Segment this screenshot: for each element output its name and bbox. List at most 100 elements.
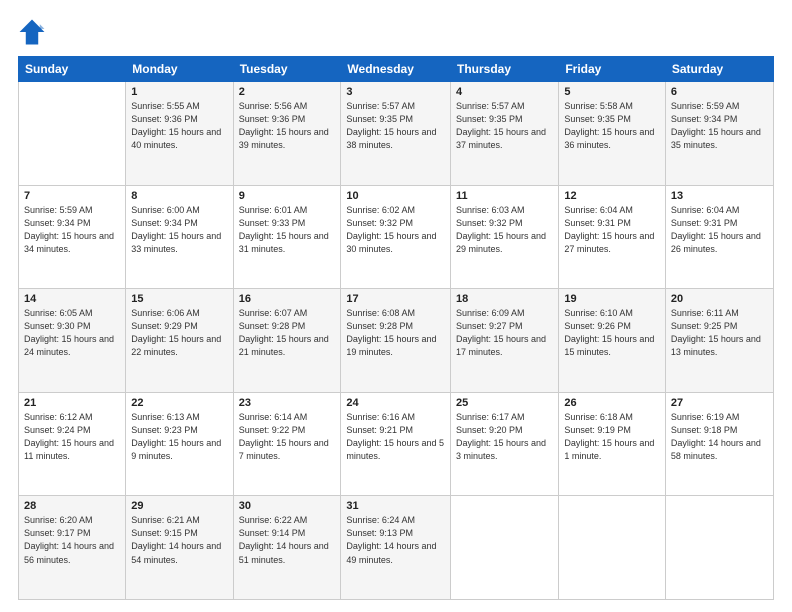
calendar-cell: 14 Sunrise: 6:05 AM Sunset: 9:30 PM Dayli… bbox=[19, 289, 126, 393]
calendar-cell bbox=[665, 496, 773, 600]
day-number: 17 bbox=[346, 293, 445, 305]
day-number: 26 bbox=[564, 397, 660, 409]
cell-content: Sunrise: 6:04 AM Sunset: 9:31 PM Dayligh… bbox=[564, 204, 660, 256]
cell-content: Sunrise: 6:18 AM Sunset: 9:19 PM Dayligh… bbox=[564, 411, 660, 463]
day-number: 19 bbox=[564, 293, 660, 305]
cell-content: Sunrise: 6:10 AM Sunset: 9:26 PM Dayligh… bbox=[564, 307, 660, 359]
header-cell-friday: Friday bbox=[559, 57, 666, 82]
day-number: 31 bbox=[346, 500, 445, 512]
day-number: 23 bbox=[239, 397, 336, 409]
day-number: 22 bbox=[131, 397, 227, 409]
cell-content: Sunrise: 5:56 AM Sunset: 9:36 PM Dayligh… bbox=[239, 100, 336, 152]
calendar-cell: 2 Sunrise: 5:56 AM Sunset: 9:36 PM Daylig… bbox=[233, 82, 341, 186]
calendar-cell bbox=[19, 82, 126, 186]
calendar-cell: 22 Sunrise: 6:13 AM Sunset: 9:23 PM Dayli… bbox=[126, 392, 233, 496]
cell-content: Sunrise: 6:22 AM Sunset: 9:14 PM Dayligh… bbox=[239, 514, 336, 566]
cell-content: Sunrise: 6:05 AM Sunset: 9:30 PM Dayligh… bbox=[24, 307, 120, 359]
cell-content: Sunrise: 6:24 AM Sunset: 9:13 PM Dayligh… bbox=[346, 514, 445, 566]
cell-content: Sunrise: 6:13 AM Sunset: 9:23 PM Dayligh… bbox=[131, 411, 227, 463]
day-number: 1 bbox=[131, 86, 227, 98]
header-cell-thursday: Thursday bbox=[451, 57, 559, 82]
day-number: 4 bbox=[456, 86, 553, 98]
day-number: 12 bbox=[564, 190, 660, 202]
day-number: 21 bbox=[24, 397, 120, 409]
calendar-cell: 31 Sunrise: 6:24 AM Sunset: 9:13 PM Dayli… bbox=[341, 496, 451, 600]
cell-content: Sunrise: 6:04 AM Sunset: 9:31 PM Dayligh… bbox=[671, 204, 768, 256]
calendar-cell: 27 Sunrise: 6:19 AM Sunset: 9:18 PM Dayli… bbox=[665, 392, 773, 496]
cell-content: Sunrise: 6:09 AM Sunset: 9:27 PM Dayligh… bbox=[456, 307, 553, 359]
calendar-cell: 5 Sunrise: 5:58 AM Sunset: 9:35 PM Daylig… bbox=[559, 82, 666, 186]
calendar-header: SundayMondayTuesdayWednesdayThursdayFrid… bbox=[19, 57, 774, 82]
calendar-cell: 7 Sunrise: 5:59 AM Sunset: 9:34 PM Daylig… bbox=[19, 185, 126, 289]
day-number: 5 bbox=[564, 86, 660, 98]
calendar-cell: 29Sunrise: 6:21 AM Sunset: 9:15 PM Dayli… bbox=[126, 496, 233, 600]
calendar-cell: 23 Sunrise: 6:14 AM Sunset: 9:22 PM Dayli… bbox=[233, 392, 341, 496]
cell-content: Sunrise: 5:58 AM Sunset: 9:35 PM Dayligh… bbox=[564, 100, 660, 152]
calendar-cell: 28Sunrise: 6:20 AM Sunset: 9:17 PM Dayli… bbox=[19, 496, 126, 600]
cell-content: Sunrise: 6:17 AM Sunset: 9:20 PM Dayligh… bbox=[456, 411, 553, 463]
calendar-table: SundayMondayTuesdayWednesdayThursdayFrid… bbox=[18, 56, 774, 600]
calendar-cell: 20Sunrise: 6:11 AM Sunset: 9:25 PM Dayli… bbox=[665, 289, 773, 393]
calendar-cell: 11Sunrise: 6:03 AM Sunset: 9:32 PM Dayli… bbox=[451, 185, 559, 289]
day-number: 28 bbox=[24, 500, 120, 512]
day-number: 30 bbox=[239, 500, 336, 512]
calendar-cell: 25Sunrise: 6:17 AM Sunset: 9:20 PM Dayli… bbox=[451, 392, 559, 496]
calendar-cell: 17 Sunrise: 6:08 AM Sunset: 9:28 PM Dayli… bbox=[341, 289, 451, 393]
cell-content: Sunrise: 6:21 AM Sunset: 9:15 PM Dayligh… bbox=[131, 514, 227, 566]
cell-content: Sunrise: 6:02 AM Sunset: 9:32 PM Dayligh… bbox=[346, 204, 445, 256]
day-number: 2 bbox=[239, 86, 336, 98]
day-number: 14 bbox=[24, 293, 120, 305]
logo-icon bbox=[18, 18, 46, 46]
cell-content: Sunrise: 5:59 AM Sunset: 9:34 PM Dayligh… bbox=[671, 100, 768, 152]
cell-content: Sunrise: 6:19 AM Sunset: 9:18 PM Dayligh… bbox=[671, 411, 768, 463]
week-row-2: 7 Sunrise: 5:59 AM Sunset: 9:34 PM Daylig… bbox=[19, 185, 774, 289]
cell-content: Sunrise: 5:59 AM Sunset: 9:34 PM Dayligh… bbox=[24, 204, 120, 256]
cell-content: Sunrise: 6:03 AM Sunset: 9:32 PM Dayligh… bbox=[456, 204, 553, 256]
calendar-cell: 6Sunrise: 5:59 AM Sunset: 9:34 PM Daylig… bbox=[665, 82, 773, 186]
header bbox=[18, 18, 774, 46]
cell-content: Sunrise: 6:06 AM Sunset: 9:29 PM Dayligh… bbox=[131, 307, 227, 359]
calendar-cell: 26 Sunrise: 6:18 AM Sunset: 9:19 PM Dayli… bbox=[559, 392, 666, 496]
calendar-cell: 8 Sunrise: 6:00 AM Sunset: 9:34 PM Daylig… bbox=[126, 185, 233, 289]
day-number: 3 bbox=[346, 86, 445, 98]
day-number: 13 bbox=[671, 190, 768, 202]
calendar-cell: 13 Sunrise: 6:04 AM Sunset: 9:31 PM Dayli… bbox=[665, 185, 773, 289]
day-number: 16 bbox=[239, 293, 336, 305]
calendar-cell: 1 Sunrise: 5:55 AM Sunset: 9:36 PM Daylig… bbox=[126, 82, 233, 186]
week-row-4: 21 Sunrise: 6:12 AM Sunset: 9:24 PM Dayli… bbox=[19, 392, 774, 496]
cell-content: Sunrise: 6:08 AM Sunset: 9:28 PM Dayligh… bbox=[346, 307, 445, 359]
cell-content: Sunrise: 5:57 AM Sunset: 9:35 PM Dayligh… bbox=[346, 100, 445, 152]
cell-content: Sunrise: 6:00 AM Sunset: 9:34 PM Dayligh… bbox=[131, 204, 227, 256]
calendar-cell: 9Sunrise: 6:01 AM Sunset: 9:33 PM Daylig… bbox=[233, 185, 341, 289]
header-cell-sunday: Sunday bbox=[19, 57, 126, 82]
day-number: 8 bbox=[131, 190, 227, 202]
header-row: SundayMondayTuesdayWednesdayThursdayFrid… bbox=[19, 57, 774, 82]
cell-content: Sunrise: 5:57 AM Sunset: 9:35 PM Dayligh… bbox=[456, 100, 553, 152]
calendar-cell: 10 Sunrise: 6:02 AM Sunset: 9:32 PM Dayli… bbox=[341, 185, 451, 289]
cell-content: Sunrise: 6:14 AM Sunset: 9:22 PM Dayligh… bbox=[239, 411, 336, 463]
cell-content: Sunrise: 6:16 AM Sunset: 9:21 PM Dayligh… bbox=[346, 411, 445, 463]
day-number: 24 bbox=[346, 397, 445, 409]
calendar-cell: 30 Sunrise: 6:22 AM Sunset: 9:14 PM Dayli… bbox=[233, 496, 341, 600]
calendar-cell: 21 Sunrise: 6:12 AM Sunset: 9:24 PM Dayli… bbox=[19, 392, 126, 496]
calendar-body: 1 Sunrise: 5:55 AM Sunset: 9:36 PM Daylig… bbox=[19, 82, 774, 600]
day-number: 27 bbox=[671, 397, 768, 409]
week-row-3: 14 Sunrise: 6:05 AM Sunset: 9:30 PM Dayli… bbox=[19, 289, 774, 393]
cell-content: Sunrise: 6:12 AM Sunset: 9:24 PM Dayligh… bbox=[24, 411, 120, 463]
week-row-1: 1 Sunrise: 5:55 AM Sunset: 9:36 PM Daylig… bbox=[19, 82, 774, 186]
calendar-cell: 4 Sunrise: 5:57 AM Sunset: 9:35 PM Daylig… bbox=[451, 82, 559, 186]
header-cell-tuesday: Tuesday bbox=[233, 57, 341, 82]
calendar-cell: 12 Sunrise: 6:04 AM Sunset: 9:31 PM Dayli… bbox=[559, 185, 666, 289]
week-row-5: 28Sunrise: 6:20 AM Sunset: 9:17 PM Dayli… bbox=[19, 496, 774, 600]
header-cell-wednesday: Wednesday bbox=[341, 57, 451, 82]
calendar-cell: 15Sunrise: 6:06 AM Sunset: 9:29 PM Dayli… bbox=[126, 289, 233, 393]
calendar-cell: 16 Sunrise: 6:07 AM Sunset: 9:28 PM Dayli… bbox=[233, 289, 341, 393]
calendar-cell: 19 Sunrise: 6:10 AM Sunset: 9:26 PM Dayli… bbox=[559, 289, 666, 393]
cell-content: Sunrise: 6:07 AM Sunset: 9:28 PM Dayligh… bbox=[239, 307, 336, 359]
cell-content: Sunrise: 5:55 AM Sunset: 9:36 PM Dayligh… bbox=[131, 100, 227, 152]
header-cell-saturday: Saturday bbox=[665, 57, 773, 82]
calendar-cell bbox=[451, 496, 559, 600]
day-number: 10 bbox=[346, 190, 445, 202]
day-number: 7 bbox=[24, 190, 120, 202]
calendar-cell: 24 Sunrise: 6:16 AM Sunset: 9:21 PM Dayli… bbox=[341, 392, 451, 496]
